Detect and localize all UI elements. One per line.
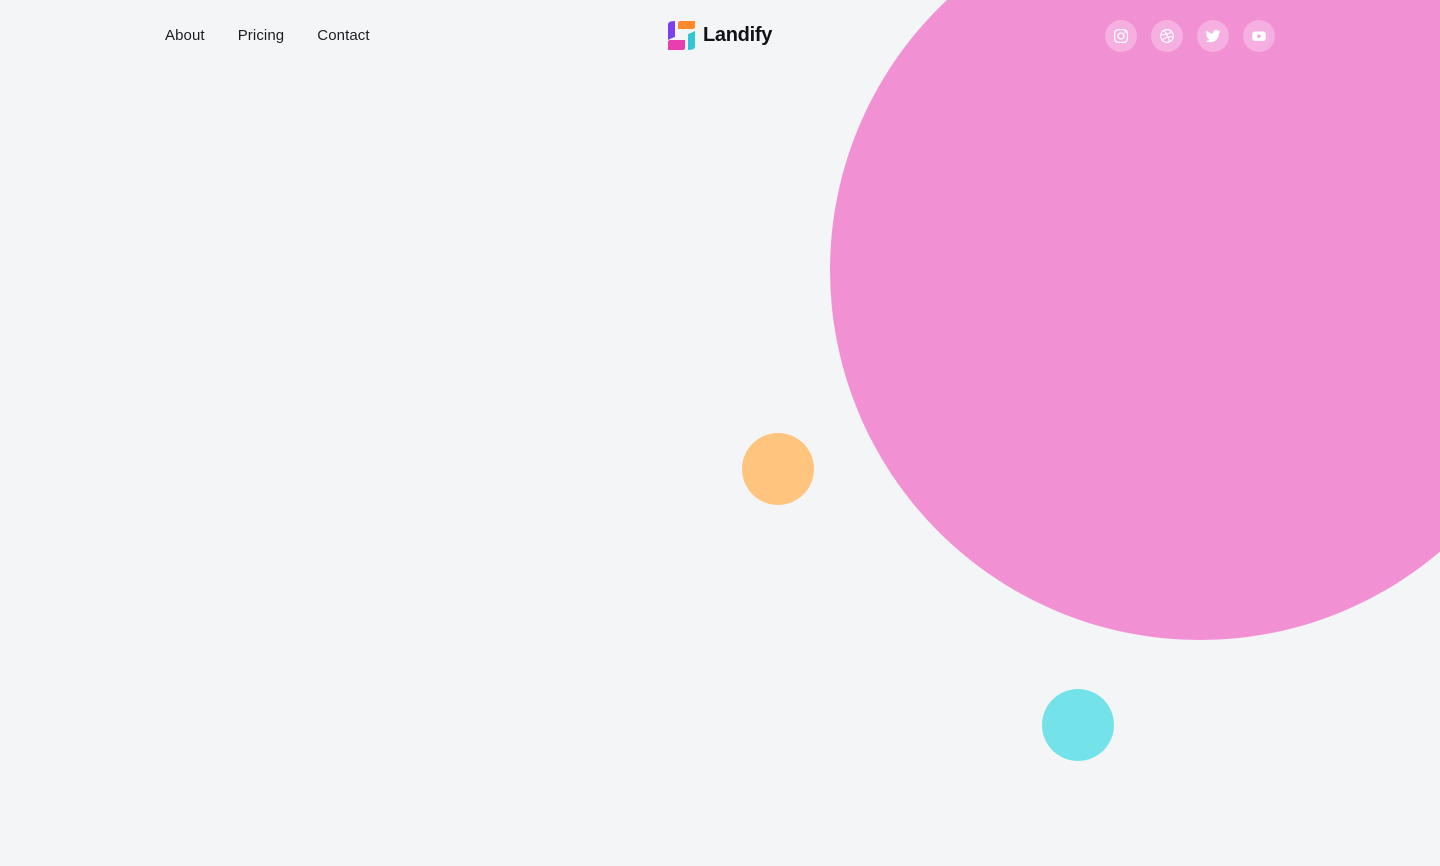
youtube-icon	[1252, 31, 1266, 41]
social-links	[1105, 20, 1275, 52]
brand-name: Landify	[703, 24, 773, 46]
twitter-icon	[1205, 29, 1221, 43]
landing-page: About Pricing Contact Landify	[0, 0, 1440, 866]
instagram-button[interactable]	[1105, 20, 1137, 52]
instagram-icon	[1113, 28, 1129, 44]
youtube-button[interactable]	[1243, 20, 1275, 52]
dribbble-button[interactable]	[1151, 20, 1183, 52]
brand-home-link[interactable]: Landify	[668, 21, 772, 50]
pink-decorative-circle	[830, 0, 1440, 640]
nav-link-about[interactable]: About	[165, 26, 205, 46]
dribbble-icon	[1160, 29, 1174, 43]
main-nav: About Pricing Contact	[165, 26, 370, 46]
cyan-decorative-circle	[1042, 689, 1114, 761]
nav-link-pricing[interactable]: Pricing	[238, 26, 285, 46]
nav-link-contact[interactable]: Contact	[317, 26, 369, 46]
orange-decorative-circle	[742, 433, 814, 505]
landify-logo-icon	[668, 21, 695, 50]
site-header: About Pricing Contact Landify	[0, 0, 1440, 72]
twitter-button[interactable]	[1197, 20, 1229, 52]
